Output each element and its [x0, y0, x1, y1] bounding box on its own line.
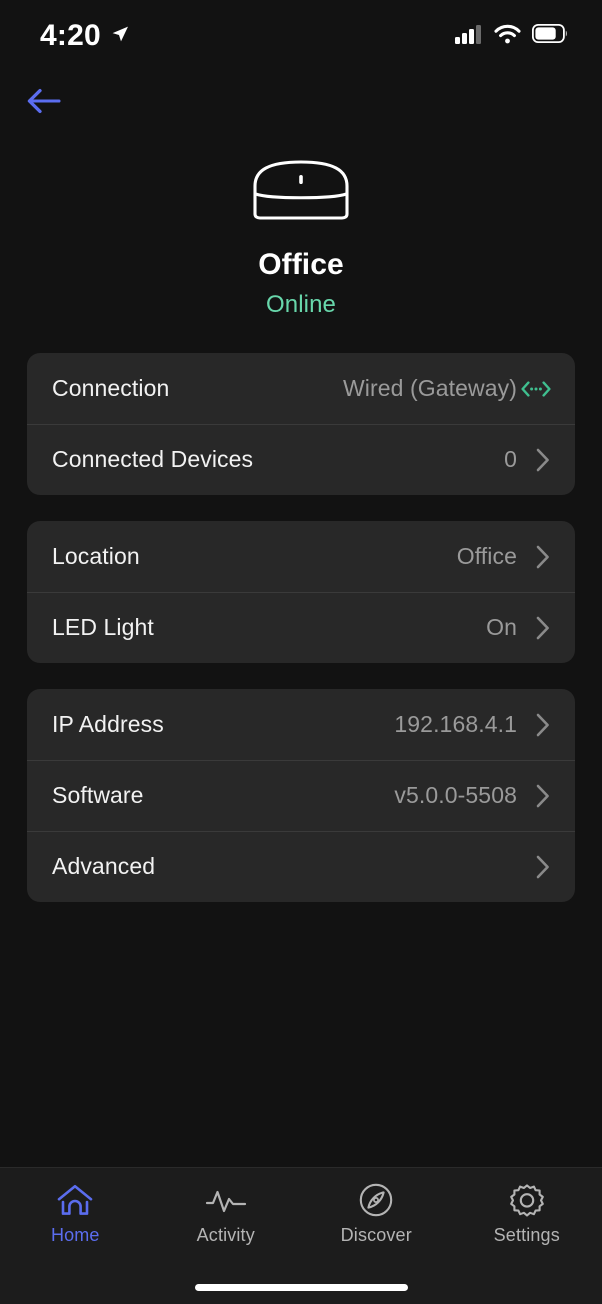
row-label: Software — [52, 782, 144, 808]
tab-label: Home — [50, 1225, 100, 1245]
content-area: Office Online Connection Wired (Gateway) — [0, 134, 602, 1167]
row-label: LED Light — [52, 614, 154, 640]
row-value: 192.168.4.1 — [394, 711, 517, 737]
chevron-right-icon — [517, 544, 551, 570]
device-name: Office — [258, 248, 344, 281]
battery-icon — [531, 23, 568, 48]
chevron-right-icon — [517, 783, 551, 809]
row-value: v5.0.0-5508 — [394, 782, 517, 808]
back-button[interactable] — [26, 83, 72, 123]
chevron-right-icon — [517, 712, 551, 738]
home-indicator-area — [0, 1270, 602, 1304]
tab-label: Discover — [340, 1225, 412, 1245]
row-connected-devices[interactable]: Connected Devices 0 — [27, 424, 575, 495]
row-location[interactable]: Location Office — [27, 521, 575, 592]
device-status-badge: Online — [266, 291, 336, 318]
status-bar-left: 4:20 — [40, 21, 130, 51]
status-bar-right — [455, 23, 568, 49]
row-label: Advanced — [52, 853, 156, 879]
status-bar-clock: 4:20 — [40, 19, 101, 52]
nav-bar — [0, 72, 602, 134]
row-ip-address[interactable]: IP Address 192.168.4.1 — [27, 689, 575, 760]
row-advanced[interactable]: Advanced — [27, 831, 575, 902]
row-value: 0 — [504, 446, 517, 472]
tab-settings[interactable]: Settings — [452, 1182, 602, 1246]
pulse-icon — [205, 1182, 247, 1218]
device-hero: Office Online — [0, 134, 602, 319]
row-software[interactable]: Software v5.0.0-5508 — [27, 760, 575, 831]
row-connection[interactable]: Connection Wired (Gateway) — [27, 353, 575, 424]
location-arrow-icon — [110, 24, 130, 49]
back-arrow-icon — [26, 86, 62, 121]
home-indicator[interactable] — [194, 1283, 408, 1291]
wired-data-icon — [517, 379, 551, 399]
row-value: Office — [456, 543, 517, 569]
connection-card: Connection Wired (Gateway) Connected Dev… — [27, 353, 575, 495]
device-settings-card: Location Office LED Light On — [27, 521, 575, 663]
app-screen: 4:20 Office Online Connection Wired (Gat… — [0, 0, 602, 1304]
chevron-right-icon — [517, 615, 551, 641]
chevron-right-icon — [517, 447, 551, 473]
tab-discover[interactable]: Discover — [301, 1182, 452, 1246]
row-label: Connected Devices — [52, 446, 254, 472]
eero-router-icon — [245, 156, 357, 222]
wifi-icon — [494, 24, 521, 49]
tab-home[interactable]: Home — [0, 1182, 151, 1246]
status-bar: 4:20 — [0, 0, 602, 72]
row-label: Connection — [52, 375, 170, 401]
chevron-right-icon — [517, 854, 551, 880]
device-info-card: IP Address 192.168.4.1 Software v5.0.0-5… — [27, 689, 575, 902]
tab-activity[interactable]: Activity — [151, 1182, 302, 1246]
tab-label: Settings — [493, 1225, 560, 1245]
tab-label: Activity — [196, 1225, 255, 1245]
row-label: IP Address — [52, 711, 164, 737]
row-label: Location — [52, 543, 140, 569]
row-value: Wired (Gateway) — [342, 375, 517, 401]
tab-list: Home Activity Discover Settings — [0, 1168, 602, 1270]
cellular-signal-icon — [455, 24, 483, 49]
compass-icon — [358, 1182, 394, 1218]
gear-icon — [509, 1182, 545, 1218]
settings-card-list: Connection Wired (Gateway) Connected Dev… — [0, 353, 602, 902]
row-led-light[interactable]: LED Light On — [27, 592, 575, 663]
tab-bar: Home Activity Discover Settings — [0, 1167, 602, 1304]
row-value: On — [486, 614, 517, 640]
house-icon — [56, 1182, 94, 1218]
